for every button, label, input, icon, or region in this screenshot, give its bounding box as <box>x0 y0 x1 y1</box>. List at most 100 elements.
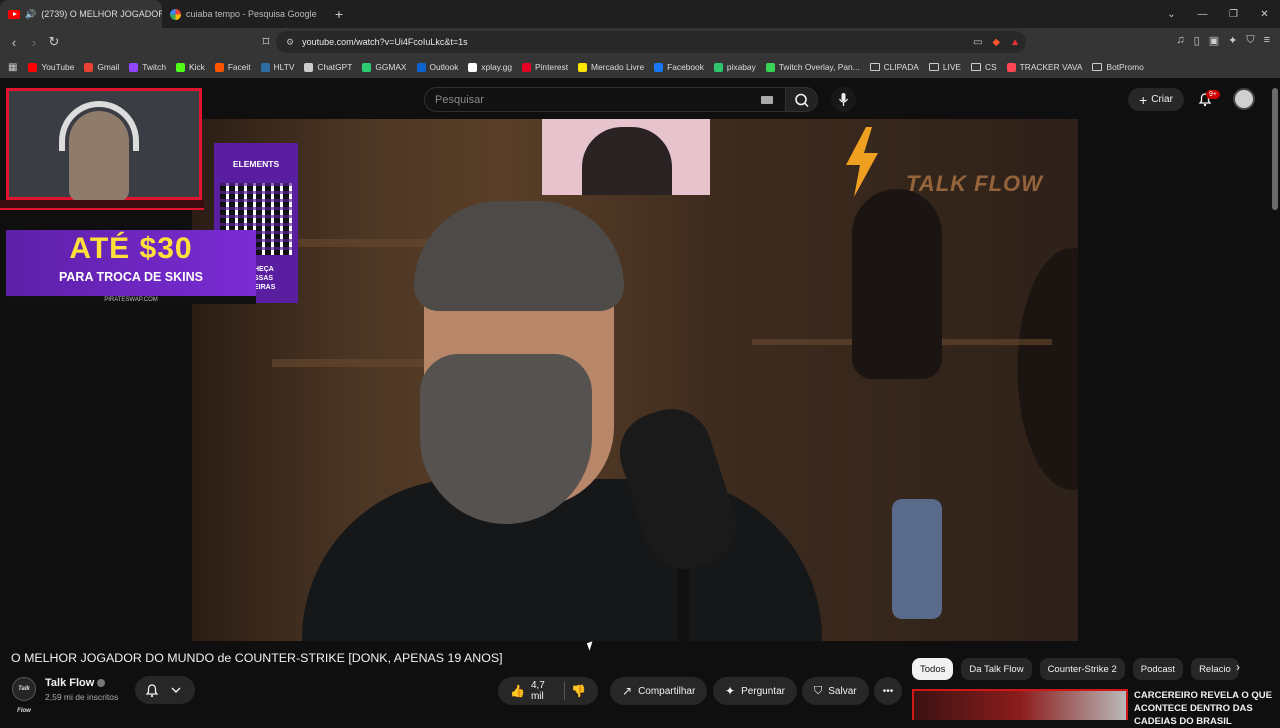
back-icon[interactable]: ‹ <box>4 35 24 50</box>
bookmark-favicon-icon <box>175 62 185 72</box>
more-actions-button[interactable]: ••• <box>874 677 902 705</box>
headset-icon <box>59 101 139 151</box>
bookmark-item[interactable]: GGMAX <box>357 62 411 72</box>
bookmark-item[interactable]: Outlook <box>412 62 464 72</box>
lightning-bolt-icon <box>846 127 878 197</box>
save-button[interactable]: ⛉ Salvar <box>802 677 869 705</box>
bookmark-icon[interactable]: ⌑ <box>256 34 276 50</box>
host-shirt <box>302 479 822 641</box>
apps-grid-icon[interactable]: ▦ <box>8 62 17 73</box>
recommended-title[interactable]: CARCEREIRO REVELA O QUE ACONTECE DENTRO … <box>1134 689 1274 728</box>
like-button[interactable]: 👍 4,7 mil <box>510 680 552 702</box>
tab-list-icon[interactable]: ⌄ <box>1156 9 1187 20</box>
search-input[interactable]: Pesquisar <box>424 87 786 112</box>
menu-icon[interactable]: ≡ <box>1264 34 1270 47</box>
bookmark-favicon-icon <box>578 62 588 72</box>
bookmark-item[interactable]: Faceit <box>210 62 256 72</box>
promo-site: PIRATESWAP.COM <box>6 296 256 304</box>
recommended-thumbnail[interactable] <box>912 689 1128 720</box>
tab-youtube[interactable]: 🔊 (2739) O MELHOR JOGADOR ✕ <box>0 0 162 28</box>
ask-button[interactable]: ✦ Perguntar <box>713 677 797 705</box>
dislike-button[interactable]: 👎 <box>571 684 586 698</box>
keyboard-icon[interactable] <box>761 96 773 104</box>
sidebar-icon[interactable]: ▯ <box>1194 34 1200 47</box>
filter-chip[interactable]: Podcast <box>1132 658 1184 680</box>
bookmark-label: Twitch <box>142 62 166 72</box>
vpn-icon[interactable]: ⛉ <box>1246 34 1254 47</box>
bookmark-label: Mercado Livre <box>591 62 645 72</box>
tab-title: (2739) O MELHOR JOGADOR <box>41 9 162 19</box>
voice-search-button[interactable] <box>831 87 856 112</box>
restore-icon[interactable]: ❐ <box>1218 9 1249 20</box>
page-scrollbar[interactable] <box>1272 88 1278 210</box>
qr-title: ELEMENTS <box>232 159 280 169</box>
subscribed-button[interactable] <box>135 676 195 704</box>
rewards-icon[interactable]: ▲ <box>1010 37 1020 48</box>
promo-banner: ATÉ $30 PARA TROCA DE SKINS <box>6 230 256 296</box>
filter-chip[interactable]: Counter-Strike 2 <box>1039 658 1125 680</box>
bookmark-item[interactable]: ChatGPT <box>299 62 357 72</box>
bookmark-label: TRACKER VAVA <box>1019 62 1083 72</box>
search-button[interactable] <box>786 87 818 112</box>
bookmark-item[interactable]: Gmail <box>79 62 124 72</box>
bookmark-item[interactable]: Twitch <box>124 62 171 72</box>
video-player[interactable]: TALK FLOW <box>192 119 1078 641</box>
bookmarks-bar: ▦ YouTube Gmail Twitch Kick Faceit HLTV ChatGP… <box>0 56 1280 78</box>
bookmark-item[interactable]: Mercado Livre <box>573 62 649 72</box>
channel-name[interactable]: Talk Flow <box>45 677 106 689</box>
bookmark-item[interactable]: Pinterest <box>517 62 573 72</box>
bookmark-item[interactable]: BotPromo <box>1087 62 1148 72</box>
brave-shield-icon[interactable]: ◆ <box>992 37 1000 48</box>
filter-chip[interactable]: Todos <box>912 658 954 680</box>
bookmark-item[interactable]: Facebook <box>649 62 709 72</box>
wallet-icon[interactable]: ▣ <box>1209 34 1219 47</box>
recommendation-chips: Todos Da Talk Flow Counter-Strike 2 Podcast… <box>912 658 1239 680</box>
media-icon[interactable]: ♫ <box>1176 34 1184 47</box>
verified-icon <box>97 679 106 688</box>
bookmark-item[interactable]: TRACKER VAVA <box>1002 62 1088 72</box>
bookmark-item[interactable]: CS <box>966 62 1002 72</box>
bookmark-favicon-icon <box>129 62 139 72</box>
thumbs-up-icon: 👍 <box>510 684 525 698</box>
sparkle-icon: ✦ <box>725 684 736 698</box>
bookmark-item[interactable]: pixabay <box>709 62 761 72</box>
url-text[interactable]: youtube.com/watch?v=Ui4FcoIuLkc&t=1s <box>302 37 468 47</box>
tab-google[interactable]: cuiaba tempo - Pesquisa Google <box>162 0 327 28</box>
promo-subtitle: PARA TROCA DE SKINS <box>59 270 203 284</box>
filter-chip[interactable]: Relacio <box>1191 658 1239 680</box>
site-info-icon[interactable]: ⚙ <box>286 37 294 48</box>
youtube-favicon-icon <box>8 9 20 19</box>
bookmark-favicon-icon <box>1006 62 1016 72</box>
toolbar-extensions: ♫ ▯ ▣ ✦ ⛉ ≡ <box>1176 34 1270 47</box>
bookmark-item[interactable]: CLIPADA <box>865 62 924 72</box>
new-tab-button[interactable]: + <box>327 0 351 28</box>
more-icon: ••• <box>882 685 894 697</box>
leo-icon[interactable]: ✦ <box>1228 34 1237 47</box>
minimize-icon[interactable]: — <box>1187 9 1218 20</box>
bookmark-favicon-icon <box>765 62 775 72</box>
channel-avatar[interactable]: Talk Flow <box>12 677 36 714</box>
close-window-icon[interactable]: ✕ <box>1249 9 1280 20</box>
reload-icon[interactable]: ↻ <box>44 34 64 50</box>
bookmark-item[interactable]: HLTV <box>256 62 300 72</box>
bookmark-favicon-icon <box>214 62 224 72</box>
bookmark-label: Gmail <box>97 62 120 72</box>
filter-chip[interactable]: Da Talk Flow <box>961 658 1032 680</box>
bookmark-favicon-icon <box>521 62 531 72</box>
wall-poster <box>542 119 710 195</box>
bookmark-item[interactable]: Twitch Overlay, Pan... <box>761 62 865 72</box>
account-avatar[interactable] <box>1233 88 1255 110</box>
forward-icon[interactable]: › <box>24 35 44 50</box>
bookmark-item[interactable]: LIVE <box>924 62 966 72</box>
share-button[interactable]: ↗ Compartilhar <box>610 677 708 705</box>
address-bar[interactable]: ⚙ youtube.com/watch?v=Ui4FcoIuLkc&t=1s ▭… <box>276 31 1026 53</box>
share-label: Compartilhar <box>638 685 696 697</box>
bookmark-item[interactable]: Kick <box>171 62 210 72</box>
bookmark-item[interactable]: xplay.gg <box>463 62 517 72</box>
webcam-overlay <box>6 88 202 201</box>
create-button[interactable]: + Criar <box>1128 88 1184 111</box>
google-favicon-icon <box>170 8 181 20</box>
chips-next-icon[interactable]: › <box>1236 660 1240 674</box>
cast-icon[interactable]: ▭ <box>973 37 982 48</box>
bookmark-item[interactable]: YouTube <box>23 62 79 72</box>
